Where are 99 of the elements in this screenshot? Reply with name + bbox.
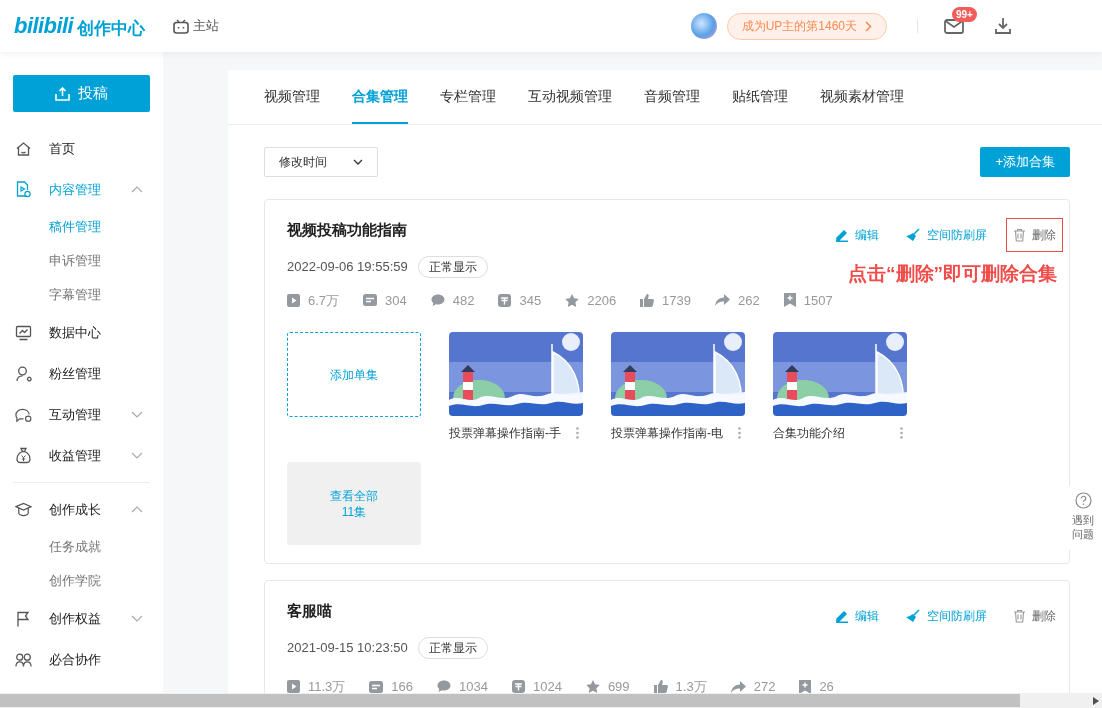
stat-value: 482 <box>452 291 475 310</box>
comment-icon <box>430 293 445 307</box>
sort-label: 修改时间 <box>279 154 327 171</box>
play-icon <box>287 293 300 307</box>
nav-item[interactable]: 创作权益 <box>49 608 101 629</box>
nav-item[interactable]: 数据中心 <box>49 322 101 343</box>
trash-icon <box>1013 228 1026 242</box>
annotation-text: 点击“删除”即可删除合集 <box>848 262 1058 286</box>
graduation-cap-icon <box>15 502 32 517</box>
stat-value: 166 <box>391 678 414 696</box>
monitor-chart-icon <box>15 324 32 341</box>
collection-title[interactable]: 视频投稿功能指南 <box>287 218 488 242</box>
person-icon <box>15 365 32 382</box>
people-icon <box>15 651 32 668</box>
bookmark-icon <box>799 679 812 694</box>
nav-subitem[interactable]: 任务成就 <box>49 537 101 557</box>
message-badge: 99+ <box>952 7 977 22</box>
danmaku-icon <box>363 294 378 307</box>
home-icon <box>15 140 32 157</box>
chevron-right-icon <box>865 20 872 32</box>
stat-value: 11.3万 <box>308 678 346 696</box>
stat-value: 26 <box>819 678 834 696</box>
stat-value: 1034 <box>459 678 488 696</box>
tab[interactable]: 互动视频管理 <box>528 70 612 124</box>
help-icon <box>1074 492 1092 509</box>
tab[interactable]: 音频管理 <box>644 70 700 124</box>
upload-icon <box>55 86 70 101</box>
mail-icon[interactable] <box>944 17 964 35</box>
date-text: 2021-09-15 10:23:50 <box>287 639 408 658</box>
chevron-up-icon[interactable] <box>131 506 143 513</box>
money-bag-icon <box>15 447 32 464</box>
download-icon[interactable] <box>994 17 1012 35</box>
stat-value: 2206 <box>587 291 617 310</box>
broom-icon <box>905 609 921 623</box>
stat-value: 699 <box>607 678 630 696</box>
tab[interactable]: 视频管理 <box>264 70 320 124</box>
tv-icon[interactable] <box>173 18 190 34</box>
stat-value: 262 <box>738 291 760 310</box>
thumbs-up-icon <box>640 293 655 307</box>
more-icon[interactable] <box>576 427 579 439</box>
trash-icon <box>1013 609 1026 623</box>
stat-value: 1507 <box>803 291 833 310</box>
tab[interactable]: 贴纸管理 <box>732 70 788 124</box>
episode-title[interactable]: 投票弹幕操作指南-手 <box>449 424 561 442</box>
star-icon <box>585 680 600 694</box>
chat-bubble-icon <box>15 406 32 423</box>
stat-value: 6.7万 <box>308 291 340 310</box>
logo-subtitle: 创作中心 <box>77 20 146 37</box>
date-text: 2022-09-06 19:55:59 <box>287 258 408 277</box>
episode-title[interactable]: 合集功能介绍 <box>773 424 845 442</box>
danmaku-icon <box>369 680 384 693</box>
stat-value: 1739 <box>662 291 692 310</box>
pencil-icon <box>835 228 849 242</box>
nav-item[interactable]: 互动管理 <box>49 404 101 425</box>
caret-icon <box>353 159 363 165</box>
more-icon[interactable] <box>900 427 903 439</box>
episode-title[interactable]: 投票弹幕操作指南-电 <box>611 424 723 442</box>
broom-icon <box>905 228 921 242</box>
scrollbar[interactable] <box>0 693 1102 708</box>
share-arrow-icon <box>730 680 746 693</box>
stat-value: 304 <box>385 291 407 310</box>
chevron-down-icon[interactable] <box>131 452 143 459</box>
nav-item[interactable]: 必合协作 <box>49 649 101 670</box>
nav-subitem[interactable]: 申诉管理 <box>49 251 101 271</box>
tab[interactable]: 视频素材管理 <box>820 70 904 124</box>
stat-value: 345 <box>519 291 542 310</box>
help-label: 遇到问题 <box>1071 513 1095 541</box>
main-site-link[interactable]: 主站 <box>193 16 220 36</box>
coin-icon <box>498 293 512 307</box>
more-icon[interactable] <box>738 427 741 439</box>
scroll-right-icon[interactable] <box>1093 696 1099 705</box>
coin-icon <box>511 680 525 694</box>
bookmark-icon <box>783 293 796 308</box>
nav-subitem[interactable]: 创作学院 <box>49 571 101 591</box>
delete-link[interactable]: 删除 <box>1006 218 1063 252</box>
share-arrow-icon <box>715 294 731 307</box>
play-icon <box>287 680 300 694</box>
nav-subitem[interactable]: 字幕管理 <box>49 285 101 305</box>
stat-value: 1024 <box>532 678 562 696</box>
chevron-down-icon[interactable] <box>131 615 143 622</box>
flag-icon <box>15 610 32 627</box>
tab[interactable]: 专栏管理 <box>440 70 496 124</box>
nav-item[interactable]: 粉丝管理 <box>49 363 101 384</box>
nav-item[interactable]: 收益管理 <box>49 445 101 466</box>
thumbs-up-icon <box>653 680 668 694</box>
delete-link[interactable]: 删除 <box>1006 599 1063 633</box>
nav-item[interactable]: 创作成长 <box>49 499 101 520</box>
chevron-down-icon[interactable] <box>131 411 143 418</box>
star-icon <box>565 293 580 307</box>
document-play-icon <box>15 181 32 198</box>
pencil-icon <box>835 609 849 623</box>
nav-item[interactable]: 首页 <box>49 138 75 159</box>
chevron-up-icon[interactable] <box>131 186 143 193</box>
sort-dropdown[interactable]: 修改时间 <box>264 147 378 177</box>
avatar[interactable] <box>690 13 717 39</box>
comment-icon <box>437 680 452 694</box>
collection-title[interactable]: 客服喵 <box>287 599 488 623</box>
stat-value: 272 <box>753 678 776 696</box>
stat-value: 1.3万 <box>675 678 707 696</box>
